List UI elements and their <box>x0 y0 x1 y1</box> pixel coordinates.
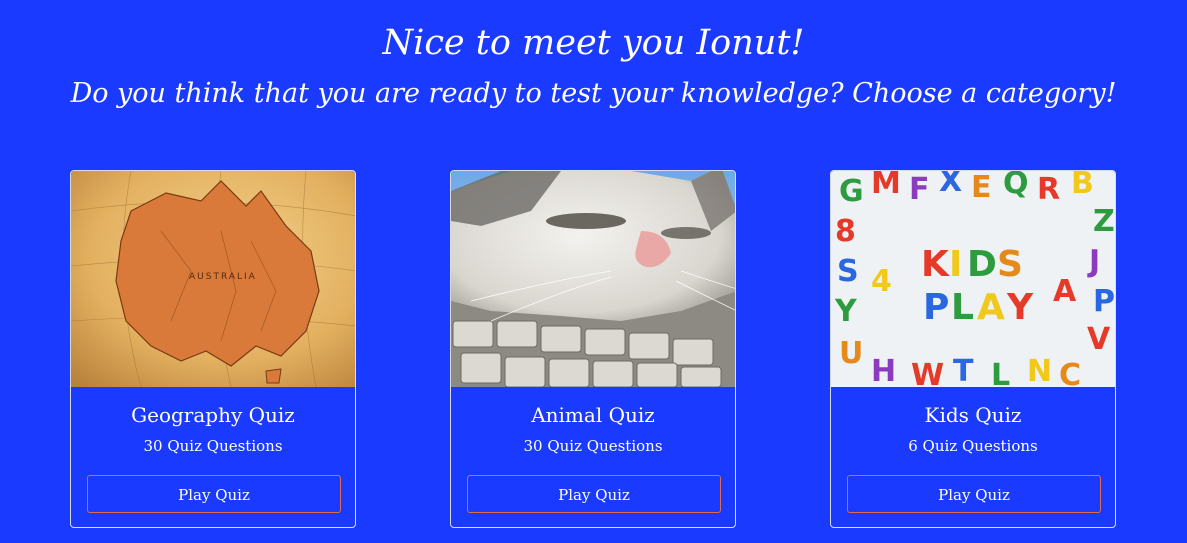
play-quiz-button[interactable]: Play Quiz <box>467 475 721 513</box>
page-subtitle: Do you think that you are ready to test … <box>70 78 1117 109</box>
page-title: Nice to meet you Ionut! <box>382 23 805 63</box>
svg-text:E: E <box>971 171 992 205</box>
svg-text:M: M <box>871 171 901 201</box>
card-question-count: 30 Quiz Questions <box>523 437 663 455</box>
svg-text:W: W <box>911 358 944 387</box>
svg-text:G: G <box>839 174 864 209</box>
svg-text:Z: Z <box>1093 204 1115 239</box>
svg-text:L: L <box>991 358 1010 387</box>
quiz-card-geography: AUSTRALIA Geography Quiz 30 Quiz Questio… <box>70 170 356 528</box>
svg-text:K: K <box>921 244 950 285</box>
australia-globe-image: AUSTRALIA <box>71 171 355 387</box>
svg-text:P: P <box>1093 284 1115 319</box>
card-title: Kids Quiz <box>924 403 1022 427</box>
card-title: Animal Quiz <box>531 403 655 427</box>
quiz-card-kids: G M F X E Q R B Z J P V 8 S Y U H W T L <box>830 170 1116 528</box>
svg-text:S: S <box>997 244 1023 285</box>
card-title: Geography Quiz <box>131 403 295 427</box>
svg-text:T: T <box>953 354 974 387</box>
svg-text:B: B <box>1071 171 1094 201</box>
svg-text:P: P <box>923 287 949 328</box>
svg-text:N: N <box>1027 354 1052 387</box>
play-quiz-button[interactable]: Play Quiz <box>87 475 341 513</box>
quiz-card-animal: Animal Quiz 30 Quiz Questions Play Quiz <box>450 170 736 528</box>
svg-text:J: J <box>1087 244 1100 279</box>
svg-text:Y: Y <box>1006 287 1034 328</box>
svg-text:S: S <box>837 254 859 289</box>
cat-on-keyboard-image <box>451 171 735 387</box>
kids-play-magnet-letters-image: G M F X E Q R B Z J P V 8 S Y U H W T L <box>831 171 1115 387</box>
svg-text:V: V <box>1087 322 1111 357</box>
card-question-count: 30 Quiz Questions <box>143 437 283 455</box>
svg-text:R: R <box>1037 172 1060 207</box>
svg-text:F: F <box>909 172 930 207</box>
card-question-count: 6 Quiz Questions <box>908 437 1038 455</box>
svg-text:C: C <box>1059 358 1081 387</box>
svg-text:I: I <box>949 244 962 285</box>
play-quiz-button[interactable]: Play Quiz <box>847 475 1101 513</box>
svg-text:A: A <box>1053 274 1077 309</box>
svg-text:Q: Q <box>1003 171 1029 201</box>
svg-text:D: D <box>967 244 997 285</box>
svg-text:4: 4 <box>871 264 892 299</box>
svg-text:L: L <box>951 287 974 328</box>
svg-text:Y: Y <box>834 294 858 329</box>
svg-text:U: U <box>839 336 863 371</box>
svg-text:X: X <box>939 171 962 199</box>
svg-text:8: 8 <box>835 214 856 249</box>
svg-text:A: A <box>977 287 1005 328</box>
svg-text:H: H <box>871 354 896 387</box>
svg-text:AUSTRALIA: AUSTRALIA <box>189 272 257 282</box>
